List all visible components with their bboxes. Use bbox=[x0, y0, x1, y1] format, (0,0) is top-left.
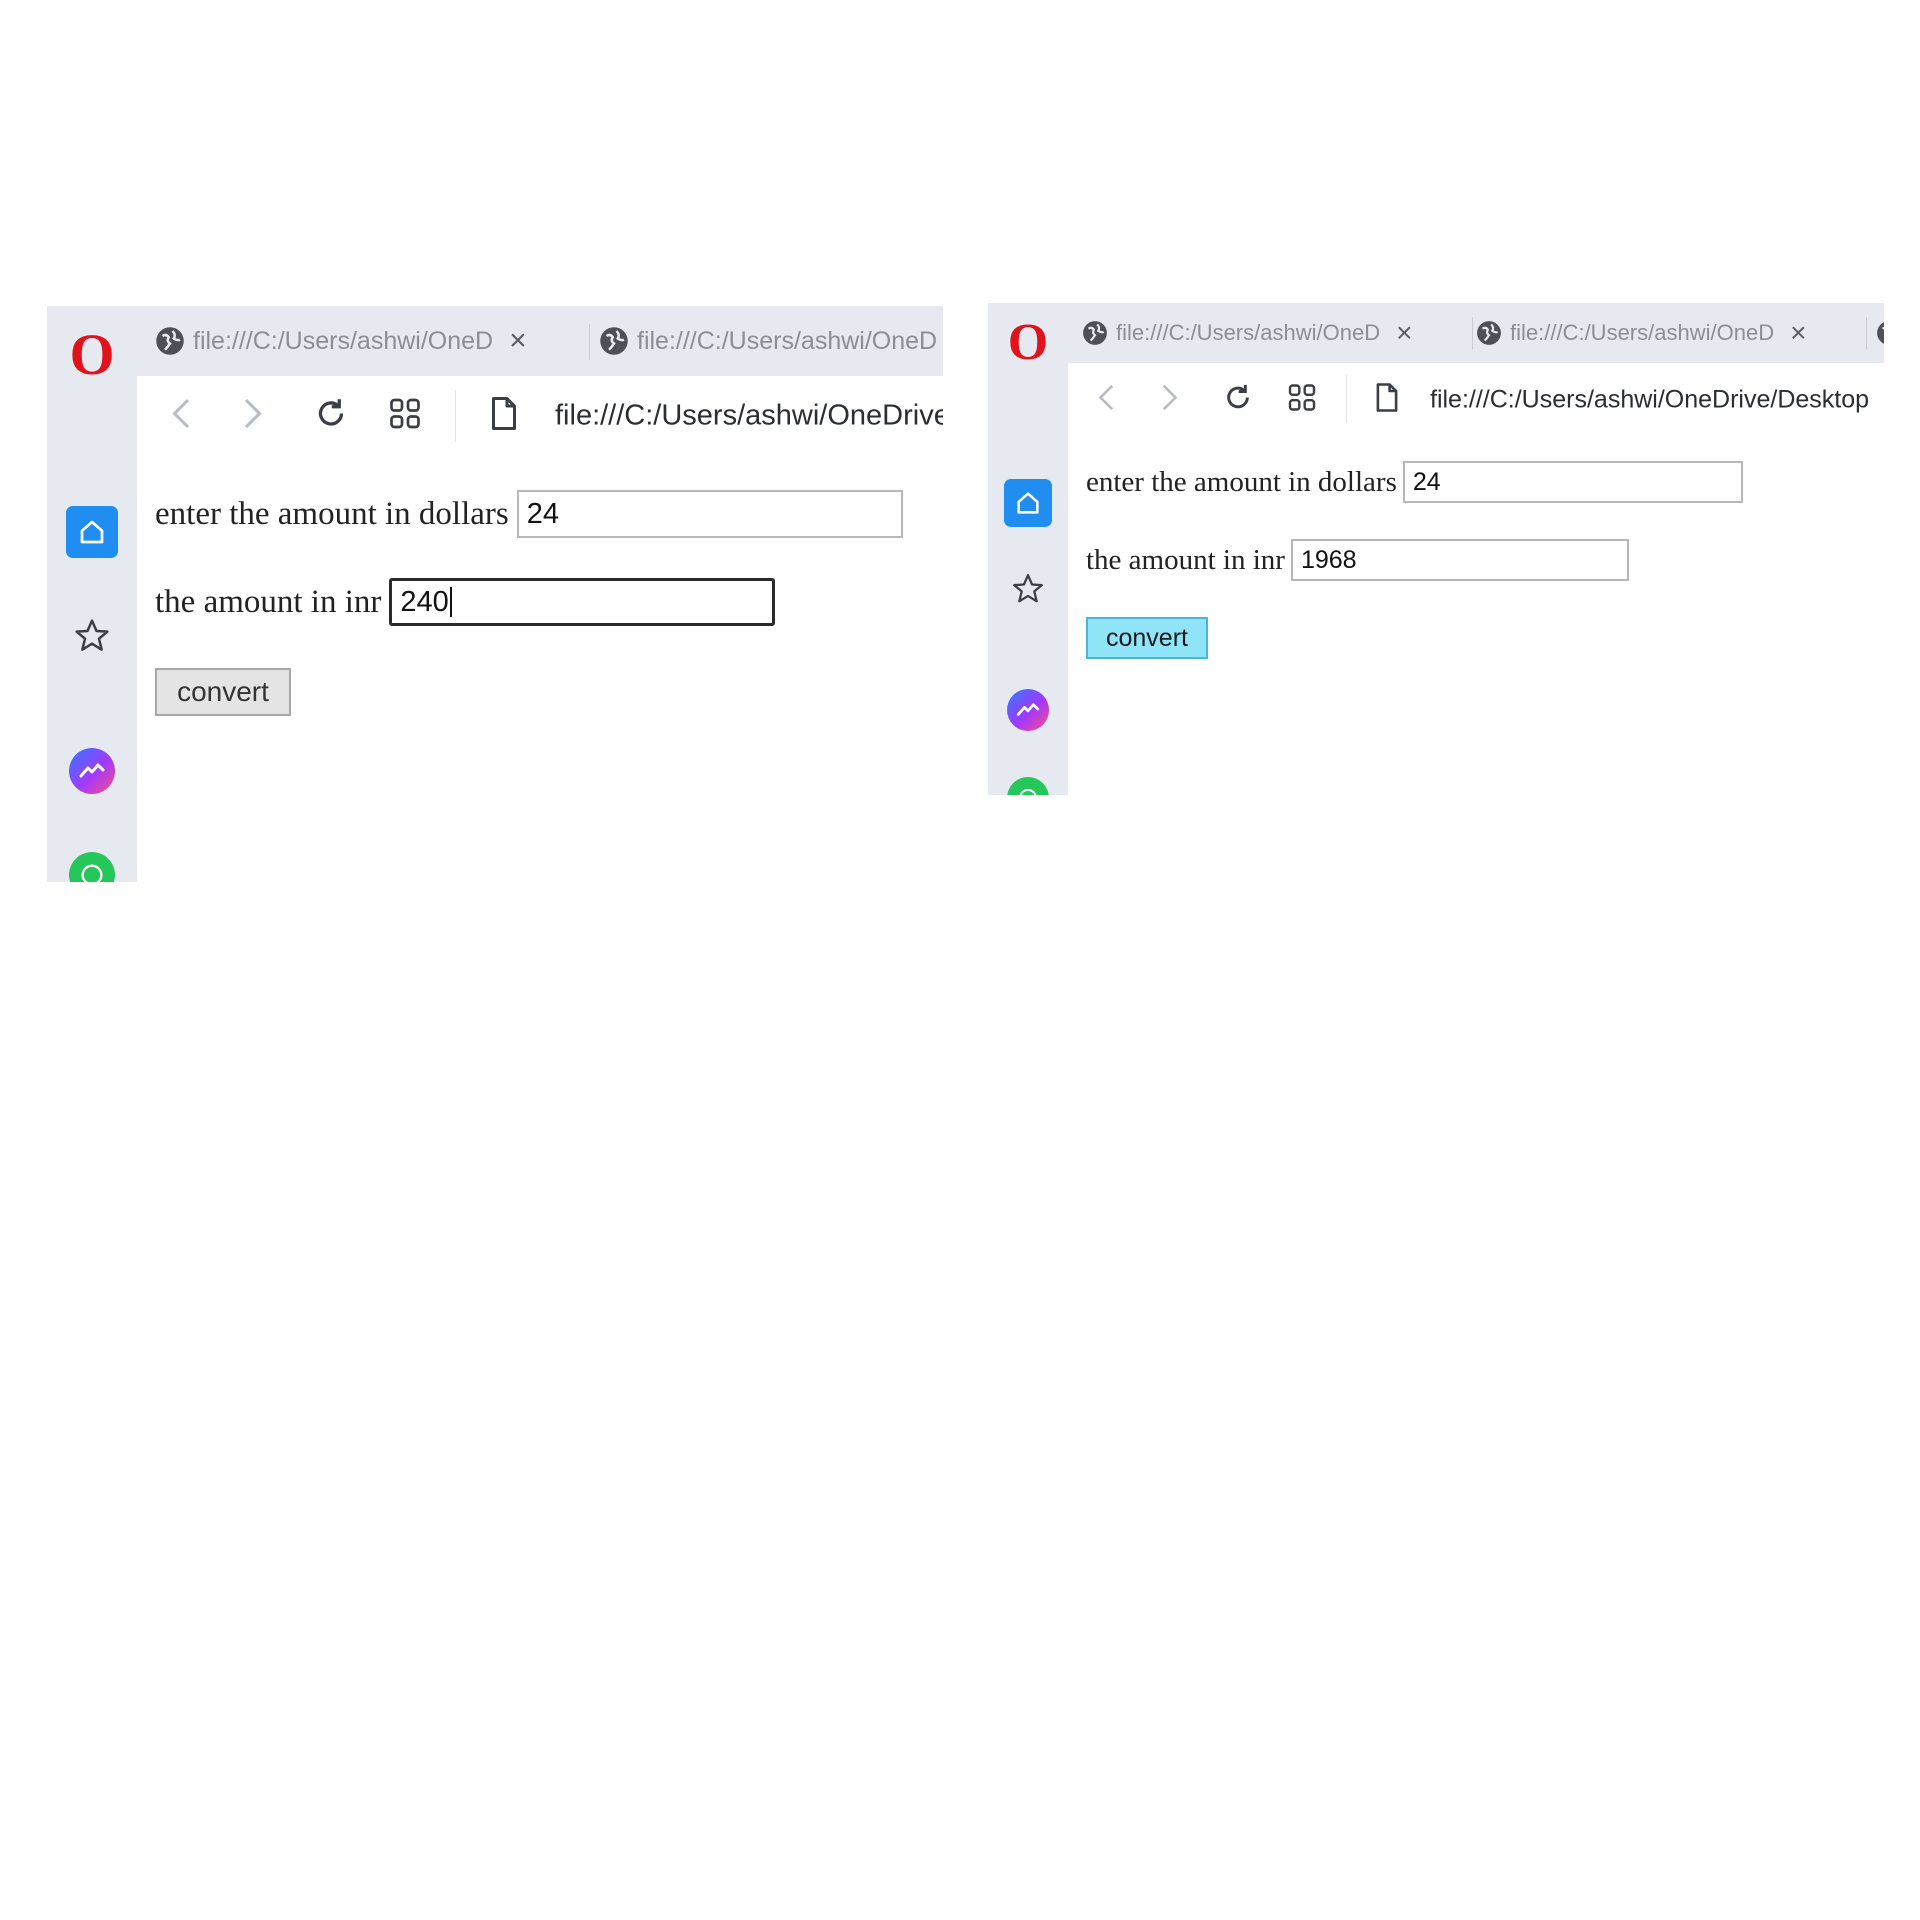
inr-input[interactable]: 240 bbox=[389, 578, 776, 626]
reload-icon[interactable] bbox=[313, 396, 349, 437]
globe-icon bbox=[600, 327, 628, 355]
forward-icon[interactable] bbox=[1156, 382, 1182, 419]
dollars-row: enter the amount in dollars 24 bbox=[1086, 461, 1743, 503]
dollars-row: enter the amount in dollars 24 bbox=[155, 490, 903, 538]
star-icon[interactable] bbox=[72, 616, 112, 661]
forward-icon[interactable] bbox=[237, 396, 267, 437]
globe-icon bbox=[1083, 321, 1107, 345]
button-row: convert bbox=[155, 668, 291, 716]
inr-input[interactable]: 1968 bbox=[1290, 539, 1629, 581]
page-icon[interactable] bbox=[489, 396, 519, 437]
whatsapp-icon[interactable] bbox=[69, 852, 115, 882]
tab-strip: file:///C:/Users/ashwi/OneD × file:///C:… bbox=[137, 306, 943, 376]
tab-title: file:///C:/Users/ashwi/OneD bbox=[193, 326, 494, 355]
browser-screenshot-right: O file:///C:/Users/ashwi/OneD × file:///… bbox=[988, 303, 1884, 795]
globe-icon bbox=[1877, 322, 1884, 344]
tab-close-icon[interactable]: × bbox=[1396, 317, 1412, 349]
inr-label: the amount in inr bbox=[1086, 543, 1285, 576]
opera-logo[interactable]: O bbox=[1008, 317, 1048, 369]
tab-separator bbox=[589, 324, 590, 360]
back-icon[interactable] bbox=[1094, 382, 1120, 419]
tab-2[interactable]: file:///C:/Users/ashwi/OneD × bbox=[1476, 303, 1856, 363]
tab-close-icon[interactable]: × bbox=[1790, 317, 1806, 349]
tab-3[interactable] bbox=[1876, 303, 1884, 363]
dollars-label: enter the amount in dollars bbox=[1086, 465, 1397, 498]
dollars-input[interactable]: 24 bbox=[516, 490, 903, 538]
speed-dial-icon[interactable] bbox=[387, 396, 423, 437]
text-cursor bbox=[449, 587, 452, 617]
inr-label: the amount in inr bbox=[155, 583, 382, 620]
tab-title: file:///C:/Users/ashwi/OneD bbox=[1510, 320, 1775, 345]
dollars-input[interactable]: 24 bbox=[1402, 461, 1743, 503]
convert-button[interactable]: convert bbox=[155, 668, 291, 716]
address-bar[interactable]: file:///C:/Users/ashwi/OneDrive/Desktop bbox=[1430, 386, 1869, 415]
dollars-value: 24 bbox=[526, 497, 560, 530]
inr-row: the amount in inr 240 bbox=[155, 578, 776, 626]
tab-strip: file:///C:/Users/ashwi/OneD × file:///C:… bbox=[1068, 303, 1884, 363]
tab-1[interactable]: file:///C:/Users/ashwi/OneD × bbox=[155, 306, 575, 376]
page-icon[interactable] bbox=[1374, 382, 1400, 419]
toolbar-divider bbox=[455, 390, 456, 442]
button-row: convert bbox=[1086, 617, 1208, 659]
tab-1[interactable]: file:///C:/Users/ashwi/OneD × bbox=[1082, 303, 1462, 363]
messenger-icon[interactable] bbox=[69, 748, 115, 794]
reload-icon[interactable] bbox=[1222, 382, 1254, 419]
messenger-icon[interactable] bbox=[1007, 689, 1049, 731]
tab-separator bbox=[1866, 317, 1867, 349]
dollars-label: enter the amount in dollars bbox=[155, 495, 509, 532]
tab-close-icon[interactable]: × bbox=[509, 324, 527, 358]
speed-dial-icon[interactable] bbox=[1286, 382, 1318, 419]
browser-toolbar: file:///C:/Users/ashwi/OneDrive bbox=[137, 376, 943, 456]
globe-icon bbox=[156, 327, 184, 355]
tab-title: file:///C:/Users/ashwi/OneD bbox=[1116, 320, 1381, 345]
home-icon[interactable] bbox=[66, 506, 118, 558]
toolbar-divider bbox=[1346, 375, 1347, 423]
address-bar[interactable]: file:///C:/Users/ashwi/OneDrive bbox=[555, 400, 943, 433]
back-icon[interactable] bbox=[167, 396, 197, 437]
opera-logo[interactable]: O bbox=[69, 326, 114, 384]
browser-screenshot-left: O file:///C:/Users/ashwi/OneD × file:///… bbox=[47, 306, 943, 882]
dollars-value: 24 bbox=[1412, 467, 1441, 496]
inr-value: 1968 bbox=[1300, 545, 1357, 574]
browser-sidebar: O bbox=[988, 303, 1068, 795]
inr-row: the amount in inr 1968 bbox=[1086, 539, 1629, 581]
globe-icon bbox=[1477, 321, 1501, 345]
home-icon[interactable] bbox=[1004, 479, 1052, 527]
inr-value: 240 bbox=[400, 585, 449, 618]
browser-sidebar: O bbox=[47, 306, 137, 882]
browser-toolbar: file:///C:/Users/ashwi/OneDrive/Desktop bbox=[1068, 363, 1884, 437]
whatsapp-icon[interactable] bbox=[1007, 777, 1049, 795]
tab-2[interactable]: file:///C:/Users/ashwi/OneD bbox=[599, 306, 943, 376]
tab-title: file:///C:/Users/ashwi/OneD bbox=[637, 326, 938, 355]
star-icon[interactable] bbox=[1010, 571, 1046, 612]
convert-button[interactable]: convert bbox=[1086, 617, 1208, 659]
tab-separator bbox=[1472, 317, 1473, 349]
